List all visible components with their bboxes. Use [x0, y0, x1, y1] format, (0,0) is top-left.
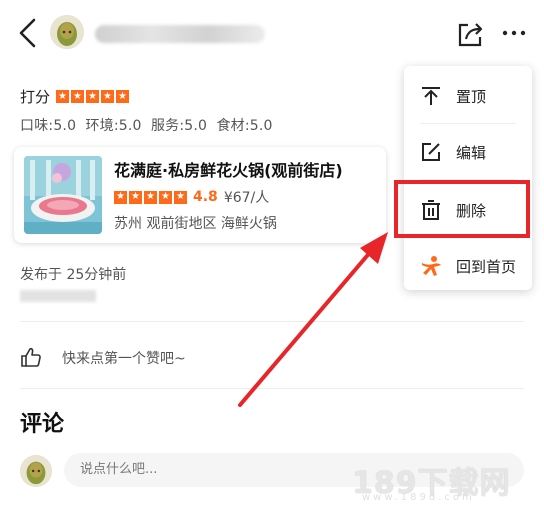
avatar[interactable] [50, 15, 84, 49]
shop-meta: ★ ★ ★ ★ ★ 4.8 ¥67/人 [114, 187, 269, 207]
thumbs-up-icon[interactable] [20, 346, 42, 368]
more-menu: 置顶 编辑 删除 回到首页 [404, 66, 532, 290]
menu-item-pin-top[interactable]: 置顶 [404, 68, 532, 124]
home-person-icon [422, 256, 441, 276]
star-icon: ★ [116, 90, 130, 103]
posted-time: 发布于 25分钟前 [20, 267, 127, 283]
shop-card[interactable]: 花满庭·私房鲜花火锅(观前街店) ★ ★ ★ ★ ★ 4.8 ¥67/人 苏州 … [14, 147, 386, 243]
shop-name[interactable]: 花满庭·私房鲜花火锅(观前街店) [114, 157, 343, 181]
menu-item-edit[interactable]: 编辑 [404, 124, 532, 180]
username-blurred [95, 25, 265, 43]
sub-scores: 口味:5.0 环境:5.0 服务:5.0 食材:5.0 [20, 118, 273, 134]
shop-price: ¥67/人 [223, 190, 270, 206]
comments-title: 评论 [20, 412, 65, 437]
shop-stars: ★ ★ ★ ★ ★ [114, 190, 187, 204]
shop-score: 4.8 [193, 189, 218, 205]
more-icon[interactable] [500, 21, 528, 45]
star-icon: ★ [71, 90, 85, 103]
pin-top-icon [422, 87, 440, 105]
share-icon[interactable] [456, 20, 486, 48]
edit-icon [422, 143, 440, 161]
rating-stars: ★ ★ ★ ★ ★ [56, 90, 130, 103]
divider [20, 388, 524, 389]
shop-image [24, 156, 102, 234]
menu-item-label: 置顶 [456, 87, 487, 106]
menu-item-label: 回到首页 [456, 257, 517, 276]
menu-item-label: 编辑 [456, 143, 487, 162]
star-icon: ★ [114, 190, 127, 204]
star-icon: ★ [159, 190, 172, 204]
star-icon: ★ [129, 190, 142, 204]
divider [20, 321, 524, 322]
blurred-text [20, 290, 96, 302]
menu-caret [503, 58, 519, 66]
highlight-box [394, 180, 530, 238]
like-prompt[interactable]: 快来点第一个赞吧~ [62, 348, 186, 368]
shop-location: 苏州 观前街地区 海鲜火锅 [114, 216, 277, 232]
star-icon: ★ [174, 190, 187, 204]
rating-row: 打分 ★ ★ ★ ★ ★ [20, 86, 130, 107]
back-icon[interactable] [14, 16, 42, 50]
star-icon: ★ [101, 90, 115, 103]
star-icon: ★ [86, 90, 100, 103]
avatar [20, 455, 52, 487]
rating-label: 打分 [20, 88, 51, 106]
star-icon: ★ [144, 190, 157, 204]
menu-item-home[interactable]: 回到首页 [404, 238, 532, 294]
watermark-url: www.189d.com [362, 492, 475, 503]
star-icon: ★ [56, 90, 70, 103]
